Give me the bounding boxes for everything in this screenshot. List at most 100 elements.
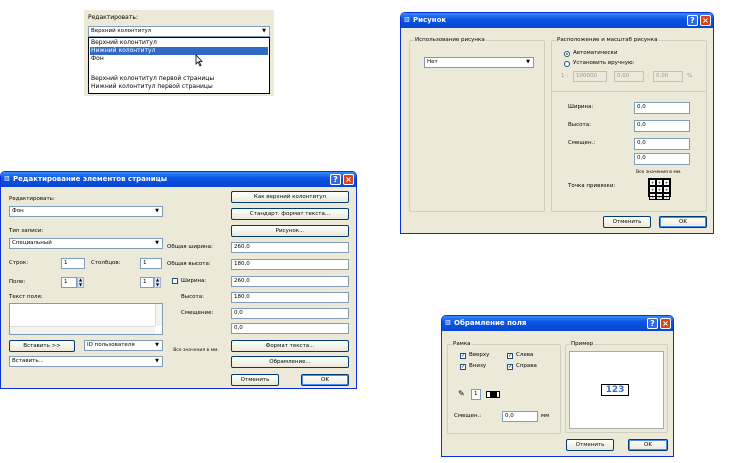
usage-group: Использование рисунка Нет ▼ — [409, 37, 545, 212]
close-icon[interactable]: × — [660, 318, 671, 329]
insert-button[interactable]: Вставить >> — [9, 340, 75, 352]
scale-y-field[interactable]: 0,00 — [653, 71, 683, 82]
cols-label: Столбцов: — [91, 260, 121, 266]
help-icon[interactable]: ? — [647, 318, 658, 329]
manual-radio[interactable] — [564, 61, 570, 67]
width-field[interactable]: 0,0 — [634, 102, 690, 114]
rows-field[interactable]: 1 — [61, 258, 85, 269]
field-stepper[interactable]: ▲ ▼ — [77, 277, 84, 288]
vertical-scrollbar[interactable] — [155, 304, 162, 326]
picture-button[interactable]: Рисунок... — [231, 225, 349, 237]
option-first-page-header[interactable]: Верхний колонтитул первой страницы — [90, 75, 268, 83]
close-icon[interactable]: × — [700, 15, 711, 26]
anchor-point-icon[interactable]: + — [656, 193, 663, 200]
chevron-down-icon[interactable]: ▼ — [153, 358, 161, 365]
offset-x-field[interactable]: 0,0 — [231, 308, 349, 319]
option-footer[interactable]: Нижний колонтитул — [90, 47, 268, 55]
chevron-down-icon[interactable]: ▼ — [260, 28, 268, 35]
insert-combo[interactable]: Вставить... ▼ — [9, 356, 163, 367]
anchor-grid[interactable]: + + + + + + + + + — [648, 178, 671, 200]
total-width-field[interactable]: 260,0 — [231, 242, 349, 253]
picture-dialog-titlebar[interactable]: ▥ Рисунок ? × — [401, 13, 713, 28]
offset-x-field[interactable]: 0,0 — [634, 138, 690, 150]
right-label: Справа — [516, 363, 537, 369]
offset-field[interactable]: 0,0 — [502, 411, 538, 422]
ok-button[interactable]: OK — [628, 439, 668, 451]
edit-combo[interactable]: Верхний колонтитул ▼ — [88, 26, 270, 37]
ok-button[interactable]: OK — [301, 374, 349, 386]
option-background[interactable]: Фон — [90, 55, 268, 63]
picture-dialog-title: Рисунок — [413, 16, 447, 24]
ok-button[interactable]: OK — [659, 216, 707, 228]
pen-field[interactable]: 1 — [471, 389, 481, 400]
help-icon[interactable]: ? — [687, 15, 698, 26]
chevron-down-icon[interactable]: ▼ — [524, 59, 532, 66]
usage-combo[interactable]: Нет ▼ — [424, 57, 534, 68]
offset-label: Смещение: — [181, 310, 214, 316]
border-button[interactable]: Обрамление... — [231, 356, 349, 368]
anchor-point-icon[interactable]: + — [663, 179, 670, 186]
cancel-button[interactable]: Отменить — [231, 374, 279, 386]
total-height-label: Общая высота: — [167, 261, 211, 267]
anchor-label: Точка привязки: — [568, 183, 616, 189]
chevron-down-icon[interactable]: ▼ — [153, 240, 161, 247]
help-icon[interactable]: ? — [330, 174, 341, 185]
width-checkbox[interactable] — [172, 278, 178, 284]
std-format-button[interactable]: Стандарт. формат текста... — [231, 208, 349, 220]
anchor-point-icon[interactable]: + — [663, 193, 670, 200]
field-number-field[interactable]: 1 — [61, 277, 77, 288]
option-header[interactable]: Верхний колонтитул — [90, 39, 268, 47]
border-dialog: ▥ Обрамление поля ? × Рамка ✓ Вверху ✓ С… — [441, 315, 674, 457]
option-first-page-footer[interactable]: Нижний колонтитул первой страницы — [90, 83, 268, 91]
record-type-combo[interactable]: Специальный ▼ — [9, 238, 163, 249]
frame-group-title: Рамка — [452, 341, 472, 348]
chevron-down-icon[interactable]: ▼ — [153, 342, 161, 349]
scale-x-field[interactable]: 0,00 — [614, 71, 644, 82]
picture-dialog: ▥ Рисунок ? × Использование рисунка Нет … — [400, 12, 714, 234]
cancel-button[interactable]: Отменить — [603, 216, 651, 228]
pen-icon[interactable]: ✎ — [458, 389, 470, 399]
as-header-button[interactable]: Как верхний колонтитул — [231, 191, 349, 203]
anchor-point-icon[interactable]: + — [656, 186, 663, 193]
height-field[interactable]: 0,0 — [634, 120, 690, 132]
edit-label: Редактировать: — [88, 14, 138, 21]
cancel-button[interactable]: Отменить — [566, 439, 614, 451]
rows-label: Строк: — [9, 260, 29, 266]
text-format-button[interactable]: Формат текста... — [231, 340, 349, 352]
edit-dropdown-panel: Редактировать: Верхний колонтитул ▼ Верх… — [84, 10, 274, 96]
offset-y-field[interactable]: 0,0 — [231, 323, 349, 334]
text-field-label: Текст поля: — [9, 294, 43, 300]
page-elements-titlebar[interactable]: ▥ Редактирование элементов страницы ? × — [1, 172, 356, 187]
anchor-point-icon[interactable]: + — [649, 179, 656, 186]
anchor-point-icon[interactable]: + — [656, 179, 663, 186]
border-dialog-titlebar[interactable]: ▥ Обрамление поля ? × — [442, 316, 673, 331]
chevron-down-icon[interactable]: ▼ — [153, 208, 161, 215]
units-note: Все значения в мм. — [173, 348, 219, 353]
scale-percent: % — [687, 73, 693, 79]
total-height-field[interactable]: 180,0 — [231, 259, 349, 270]
close-icon[interactable]: × — [343, 174, 354, 185]
height-field[interactable]: 180,0 — [231, 292, 349, 303]
left-checkbox[interactable]: ✓ — [507, 353, 513, 359]
right-checkbox[interactable]: ✓ — [507, 364, 513, 370]
text-field-area[interactable] — [9, 303, 163, 335]
user-id-combo[interactable]: ID пользователя ▼ — [84, 340, 163, 351]
field-number-field-2[interactable]: 1 — [140, 277, 154, 288]
anchor-point-icon[interactable]: + — [649, 186, 656, 193]
line-style-icon[interactable] — [486, 391, 500, 398]
scale-field[interactable]: 100000 — [573, 71, 607, 82]
horizontal-scrollbar[interactable] — [10, 326, 155, 334]
cols-field[interactable]: 1 — [140, 258, 162, 269]
anchor-point-icon[interactable]: + — [663, 186, 670, 193]
offset-label: Смещен.: — [454, 413, 482, 419]
top-checkbox[interactable]: ✓ — [460, 353, 466, 359]
width-field[interactable]: 260,0 — [231, 276, 349, 287]
auto-radio[interactable] — [564, 51, 570, 57]
page-elements-dialog: ▥ Редактирование элементов страницы ? × … — [0, 171, 357, 389]
bottom-checkbox[interactable]: ✓ — [460, 364, 466, 370]
anchor-point-icon[interactable]: + — [649, 193, 656, 200]
edit-combo[interactable]: Фон ▼ — [9, 206, 163, 217]
record-type-label: Тип записи: — [9, 228, 44, 234]
offset-y-field[interactable]: 0,0 — [634, 153, 690, 165]
field-stepper-2[interactable]: ▲ ▼ — [154, 277, 161, 288]
